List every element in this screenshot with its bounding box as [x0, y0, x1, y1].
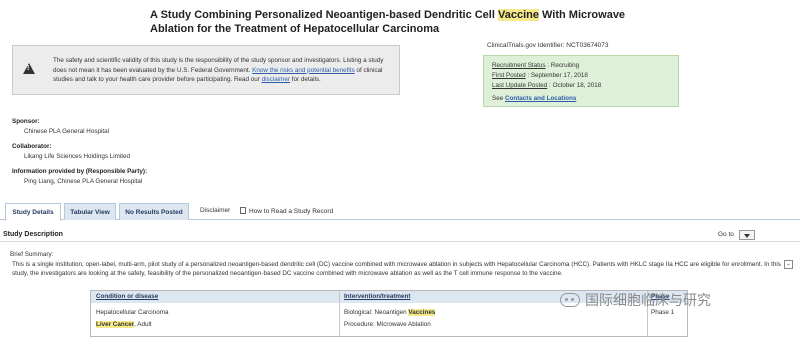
responsible-party-label: Information provided by (Responsible Par… [12, 168, 148, 175]
column-divider [339, 291, 340, 337]
identifier-value: NCT03674073 [566, 42, 609, 49]
sponsor-block: Sponsor: Chinese PLA General Hospital [12, 118, 109, 135]
tab-study-details[interactable]: Study Details [5, 203, 61, 221]
wechat-icon [560, 293, 580, 307]
first-posted: First Posted : September 17, 2018 [492, 72, 588, 79]
collapse-section-button[interactable]: - [784, 260, 793, 269]
record-tabs: Study Details Tabular View No Results Po… [0, 203, 800, 221]
first-posted-value: September 17, 2018 [530, 72, 588, 79]
sponsor-label: Sponsor: [12, 118, 40, 125]
study-status-box: Recruitment Status : Recruiting First Po… [483, 55, 679, 107]
condition-2-highlight: Liver Cancer [96, 321, 135, 328]
disclaimer-text: The safety and scientific validity of th… [53, 56, 393, 85]
first-posted-label[interactable]: First Posted [492, 72, 526, 79]
goto-dropdown-button[interactable] [739, 230, 755, 240]
see-text: See [492, 95, 504, 102]
intervention-1: Biological: Neoantigen Vaccines [344, 309, 436, 316]
tab-tabular-view[interactable]: Tabular View [64, 203, 116, 220]
collaborator-block: Collaborator: Likang Life Sciences Holdi… [12, 143, 130, 160]
title-highlight-vaccine: Vaccine [497, 9, 539, 21]
risks-benefits-link[interactable]: Know the risks and potential benefits [252, 67, 355, 74]
responsible-party-value: Ping Liang, Chinese PLA General Hospital [24, 178, 143, 185]
disclaimer-box: The safety and scientific validity of th… [12, 45, 400, 95]
collaborator-value: Likang Life Sciences Holdings Limited [24, 153, 131, 160]
watermark-text: 国际细胞临床与研究 [585, 292, 711, 308]
condition-1: Hepatocellular Carcinoma [96, 309, 169, 316]
how-to-read-label: How to Read a Study Record [249, 208, 334, 215]
tab-disclaimer[interactable]: Disclaimer [200, 207, 230, 214]
disclaimer-text-part3: for details. [289, 76, 321, 83]
last-update-value: October 18, 2018 [552, 82, 602, 89]
condition-2: Liver Cancer, Adult [96, 321, 152, 328]
responsible-party-block: Information provided by (Responsible Par… [12, 168, 147, 185]
document-icon [240, 207, 246, 214]
intervention-1-highlight: Vaccines [408, 309, 436, 316]
tab-how-to-read[interactable]: How to Read a Study Record [240, 207, 333, 215]
recruitment-status: Recruitment Status : Recruiting [492, 62, 580, 69]
wechat-watermark: 国际细胞临床与研究 [560, 289, 711, 311]
intervention-1-prefix: Biological: Neoantigen [344, 309, 409, 316]
brief-summary-text: This is a single institution, open-label… [12, 261, 781, 277]
disclaimer-link[interactable]: disclaimer [262, 76, 290, 83]
sponsor-value: Chinese PLA General Hospital [24, 128, 110, 135]
condition-2-rest: , Adult [134, 321, 152, 328]
header-condition[interactable]: Condition or disease [91, 291, 339, 303]
last-update-label[interactable]: Last Update Posted [492, 82, 547, 89]
intervention-2: Procedure: Microwave Ablation [344, 321, 431, 328]
section-title: Study Description [3, 231, 63, 238]
goto-label: Go to [718, 231, 734, 238]
clinicaltrials-identifier: ClinicalTrials.gov Identifier: NCT036740… [487, 42, 609, 49]
see-contacts-line: See Contacts and Locations [492, 95, 576, 102]
recruitment-status-label[interactable]: Recruitment Status [492, 62, 546, 69]
study-description-header: Study Description Go to [0, 230, 800, 242]
collaborator-label: Collaborator: [12, 143, 52, 150]
tab-no-results-posted[interactable]: No Results Posted [119, 203, 189, 220]
brief-summary-label: Brief Summary: [10, 251, 54, 258]
identifier-label: ClinicalTrials.gov Identifier: [487, 42, 565, 49]
title-text-start: A Study Combining Personalized Neoantige… [150, 9, 498, 21]
recruitment-status-value: Recruiting [550, 62, 580, 69]
warning-icon [23, 63, 35, 74]
contacts-locations-link[interactable]: Contacts and Locations [505, 95, 576, 102]
last-update-posted: Last Update Posted : October 18, 2018 [492, 82, 602, 89]
study-title: A Study Combining Personalized Neoantige… [150, 8, 670, 36]
